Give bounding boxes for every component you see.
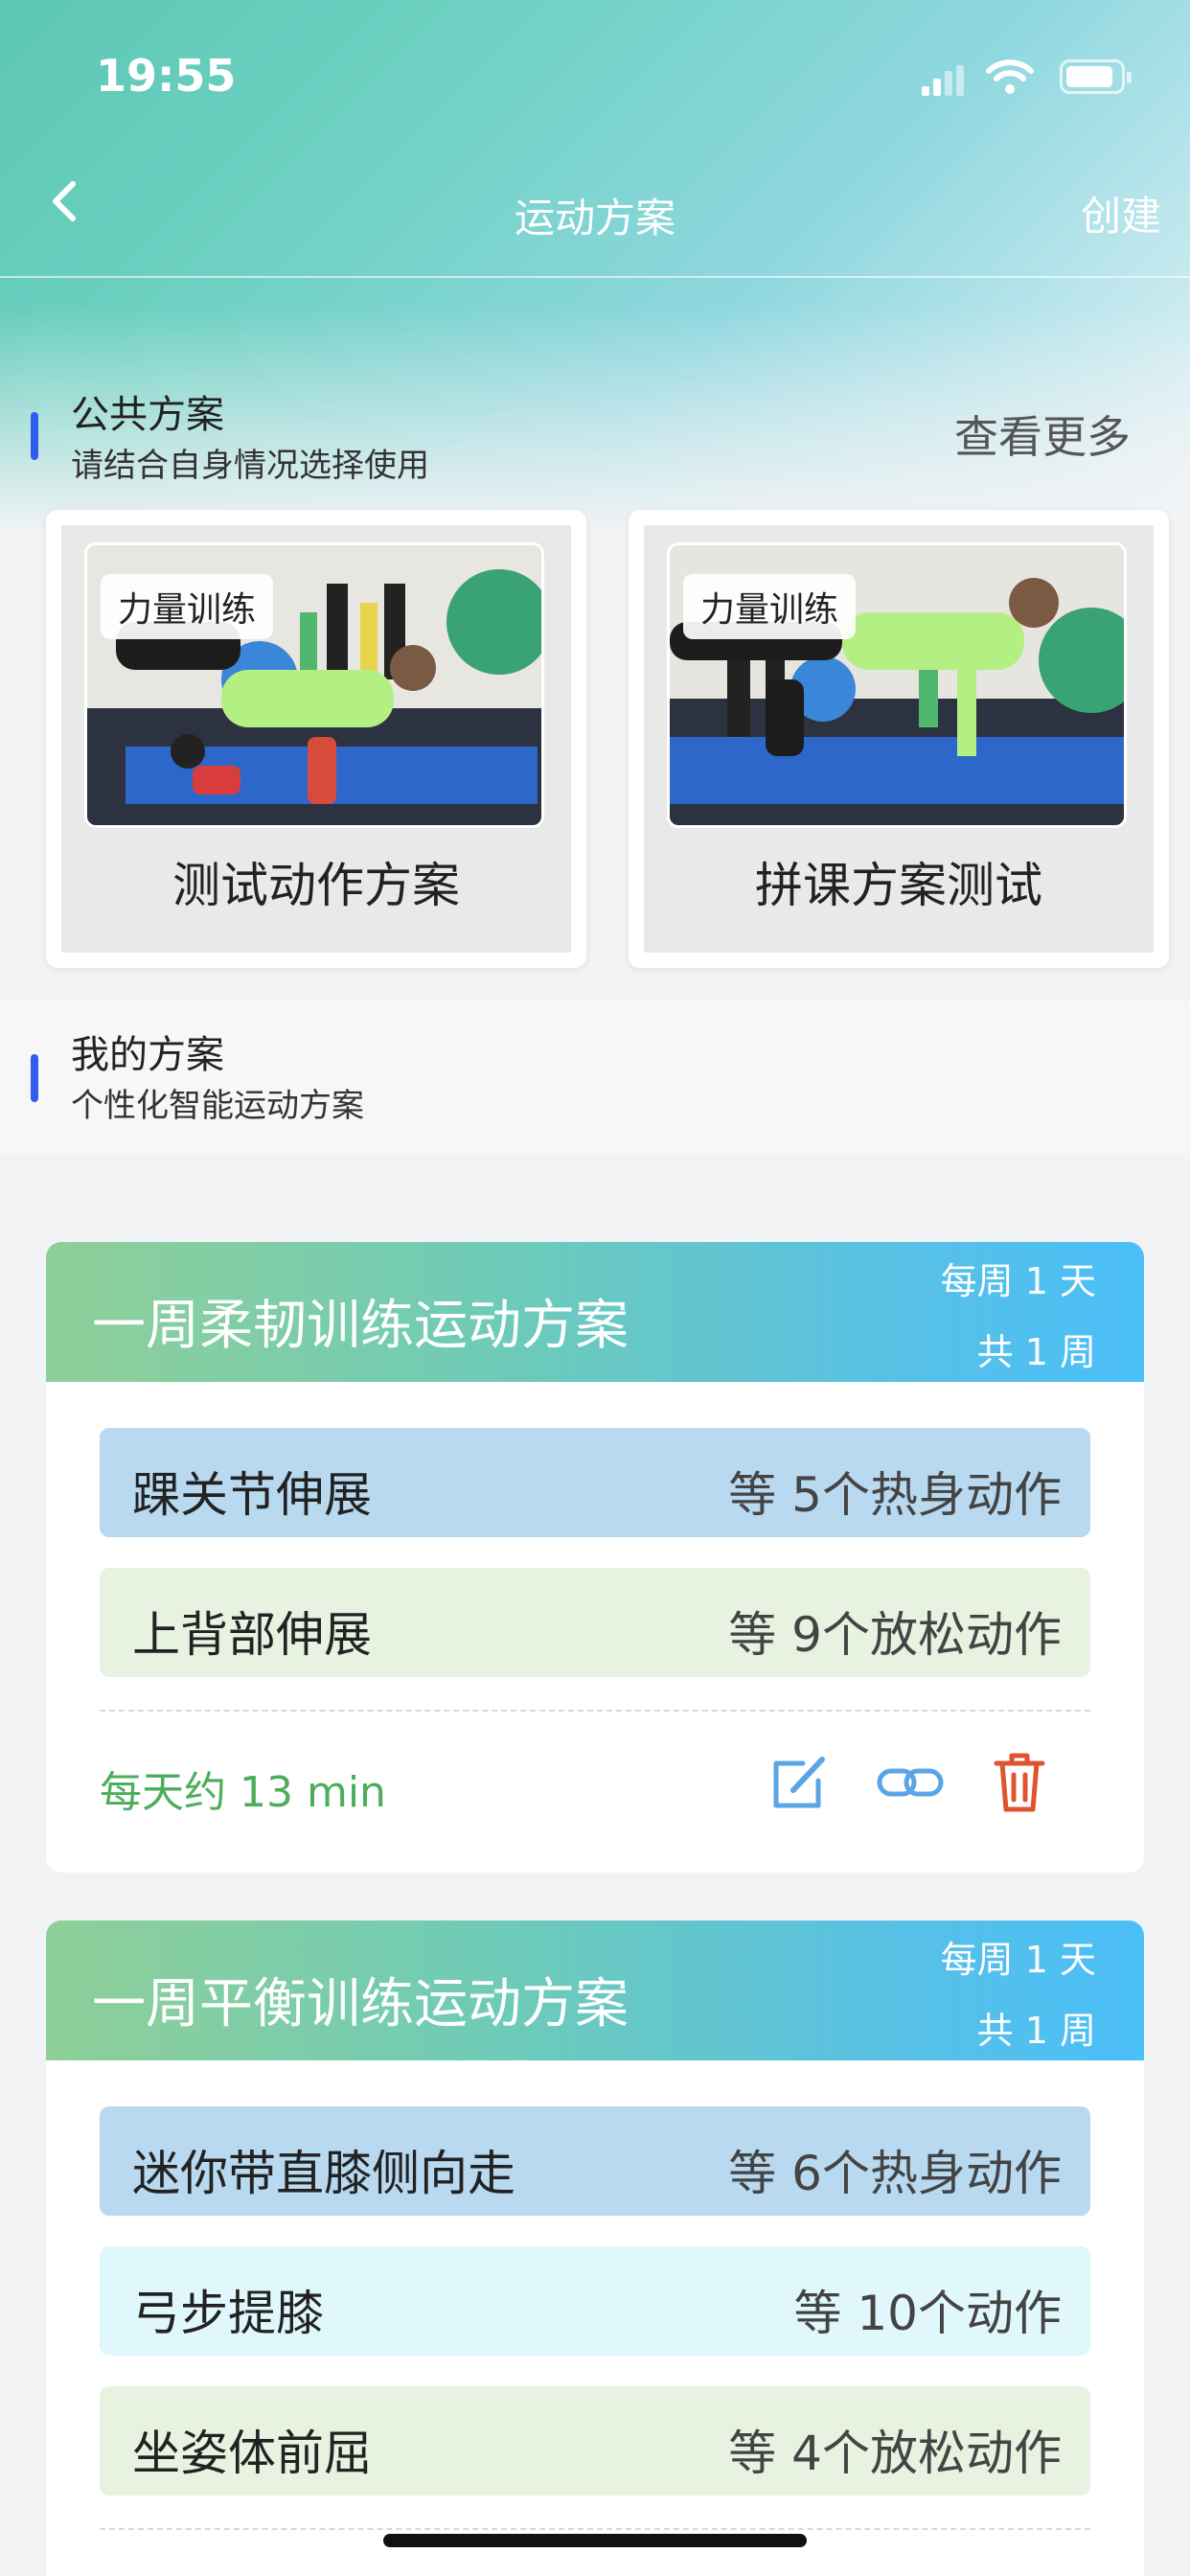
activity-count: 等 9个放松动作: [728, 1607, 1062, 1663]
activity-row[interactable]: 坐姿体前屈 等 4个放松动作: [100, 2386, 1090, 2496]
plan-name: 拼课方案测试: [755, 858, 1042, 913]
dashed-divider: [100, 1710, 1090, 1712]
activity-name: 坐姿体前屈: [132, 2426, 372, 2481]
edit-icon[interactable]: [765, 1748, 834, 1817]
my-section-subtitle: 个性化智能运动方案: [71, 1087, 364, 1125]
plan-name: 测试动作方案: [172, 858, 460, 913]
status-time: 19:55: [96, 50, 237, 102]
activity-count: 等 5个热身动作: [728, 1467, 1062, 1523]
section-accent-bar: [31, 1054, 38, 1102]
view-more-link[interactable]: 查看更多: [954, 402, 1131, 466]
activity-count: 等 10个动作: [793, 2286, 1062, 2341]
status-bar: 19:55: [0, 0, 1190, 144]
activity-name: 弓步提膝: [132, 2286, 324, 2341]
daily-duration: 每天约 13 min: [100, 1768, 386, 1817]
activity-count: 等 6个热身动作: [728, 2146, 1062, 2201]
category-tag: 力量训练: [683, 574, 857, 639]
plan-frequency: 每周 1 天: [940, 1260, 1096, 1302]
plan-frequency: 每周 1 天: [940, 1939, 1096, 1981]
plan-thumbnail: 力量训练: [84, 542, 544, 828]
my-section-title: 我的方案: [71, 1033, 224, 1077]
home-indicator[interactable]: [383, 2534, 807, 2547]
activity-row[interactable]: 踝关节伸展 等 5个热身动作: [100, 1428, 1090, 1537]
nav-bar: 运动方案 创建: [0, 144, 1190, 278]
section-accent-bar: [31, 412, 38, 460]
page-title: 运动方案: [514, 195, 675, 242]
public-plan-card[interactable]: 力量训练 测试动作方案: [46, 510, 586, 968]
public-section-title: 公共方案: [71, 393, 224, 437]
activity-name: 迷你带直膝侧向走: [132, 2146, 515, 2201]
plan-header: 一周平衡训练运动方案 每周 1 天 共 1 周: [46, 1920, 1144, 2060]
my-plan-card[interactable]: 一周柔韧训练运动方案 每周 1 天 共 1 周 踝关节伸展 等 5个热身动作 上…: [46, 1242, 1144, 1873]
my-plan-card[interactable]: 一周平衡训练运动方案 每周 1 天 共 1 周 迷你带直膝侧向走 等 6个热身动…: [46, 1920, 1144, 2576]
plan-header: 一周柔韧训练运动方案 每周 1 天 共 1 周: [46, 1242, 1144, 1382]
plan-title: 一周平衡训练运动方案: [92, 1973, 629, 2036]
activity-row[interactable]: 上背部伸展 等 9个放松动作: [100, 1568, 1090, 1677]
link-icon[interactable]: [876, 1748, 945, 1817]
battery-icon: [1060, 59, 1132, 94]
wifi-icon: [986, 59, 1034, 94]
category-tag: 力量训练: [101, 574, 274, 639]
plan-thumbnail: 力量训练: [667, 542, 1127, 828]
activity-row[interactable]: 迷你带直膝侧向走 等 6个热身动作: [100, 2106, 1090, 2216]
plan-weeks: 共 1 周: [976, 1331, 1096, 1373]
signal-icon: [922, 65, 964, 96]
activity-name: 踝关节伸展: [132, 1467, 372, 1523]
dashed-divider: [100, 2528, 1090, 2530]
trash-icon[interactable]: [985, 1748, 1054, 1817]
activity-count: 等 4个放松动作: [728, 2426, 1062, 2481]
activity-name: 上背部伸展: [132, 1607, 372, 1663]
plan-title: 一周柔韧训练运动方案: [92, 1295, 629, 1357]
activity-row[interactable]: 弓步提膝 等 10个动作: [100, 2246, 1090, 2356]
public-plan-card[interactable]: 力量训练 拼课方案测试: [629, 510, 1169, 968]
plan-weeks: 共 1 周: [976, 2010, 1096, 2052]
public-section-subtitle: 请结合自身情况选择使用: [71, 447, 429, 485]
my-section-header: 我的方案 个性化智能运动方案: [0, 1016, 1190, 1179]
create-button[interactable]: 创建: [1081, 184, 1161, 242]
